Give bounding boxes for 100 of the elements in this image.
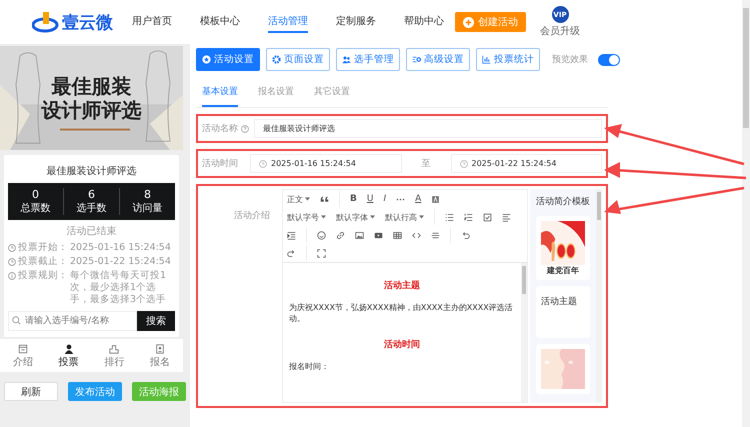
field-label: 活动时间 bbox=[202, 158, 239, 170]
content-heading: 活动时间 bbox=[383, 338, 421, 351]
redo-icon[interactable] bbox=[287, 248, 296, 258]
caret-icon bbox=[321, 215, 326, 220]
paragraph-style-select[interactable]: 正文 bbox=[287, 194, 310, 204]
undo-icon[interactable] bbox=[461, 230, 470, 240]
stat-value: 6 bbox=[88, 188, 95, 201]
search-button[interactable]: 搜索 bbox=[137, 311, 175, 331]
star-icon bbox=[202, 55, 211, 64]
settings-tab[interactable]: 高级设置 bbox=[406, 48, 470, 71]
emoji-icon[interactable] bbox=[317, 230, 326, 240]
info-label: 投票规则： bbox=[18, 270, 68, 282]
nav-link[interactable]: 帮助中心 bbox=[404, 11, 444, 33]
info-icon bbox=[8, 272, 16, 280]
gear-icon bbox=[272, 55, 281, 64]
fullscreen-icon[interactable] bbox=[317, 248, 326, 258]
info-value: 2025-01-16 15:24:54 bbox=[70, 242, 171, 254]
field-label: 活动名称 bbox=[202, 122, 238, 135]
clock-icon bbox=[8, 258, 16, 266]
preview-toggle[interactable] bbox=[598, 54, 620, 66]
stat-label: 总票数 bbox=[20, 202, 50, 215]
activity-title: 最佳服装设计师评选 bbox=[46, 164, 138, 179]
preview-toggle-label: 预览效果 bbox=[552, 54, 588, 66]
bold-button[interactable]: B bbox=[350, 194, 357, 204]
video-icon[interactable] bbox=[374, 230, 383, 240]
clock-icon bbox=[460, 160, 468, 168]
underline-button[interactable]: U bbox=[366, 194, 374, 204]
checkbox-icon[interactable] bbox=[483, 212, 492, 222]
content-paragraph: 报名时间： bbox=[289, 361, 330, 372]
sub-tab[interactable]: 基本设置 bbox=[202, 81, 238, 107]
plus-icon bbox=[463, 16, 474, 28]
settings-icon bbox=[412, 55, 421, 64]
info-label: 投票截止： bbox=[18, 256, 68, 268]
numbered-list-icon[interactable] bbox=[464, 212, 473, 222]
end-date-field[interactable]: 2025-01-22 15:24:54 bbox=[450, 154, 602, 173]
ranking-icon bbox=[109, 344, 120, 354]
line-height-select[interactable]: 默认行高 bbox=[385, 212, 424, 222]
page-scrollbar[interactable] bbox=[742, 0, 750, 427]
clock-icon bbox=[259, 160, 267, 168]
quote-icon[interactable] bbox=[320, 194, 329, 204]
table-icon[interactable] bbox=[393, 230, 402, 240]
font-family-select[interactable]: 默认字体 bbox=[336, 212, 375, 222]
font-size-select[interactable]: 默认字号 bbox=[287, 212, 326, 222]
clock-icon bbox=[8, 244, 16, 252]
bullet-list-icon[interactable] bbox=[445, 212, 454, 222]
logo-icon bbox=[32, 11, 60, 33]
badge-icon bbox=[155, 344, 166, 354]
field-label: 活动介绍 bbox=[233, 210, 271, 222]
status-text: 活动已结束 bbox=[66, 224, 118, 239]
settings-tab[interactable]: 选手管理 bbox=[336, 48, 400, 71]
stat-value: 8 bbox=[144, 188, 151, 201]
tab-bar-item[interactable]: 投票 bbox=[46, 344, 92, 369]
stat-label: 访问量 bbox=[132, 202, 162, 215]
settings-tab[interactable]: 活动设置 bbox=[196, 48, 260, 71]
font-color-button[interactable]: A bbox=[415, 194, 422, 204]
banner-title: 最佳服装 bbox=[52, 74, 132, 98]
settings-tab[interactable]: 投票统计 bbox=[476, 48, 540, 71]
start-date-field[interactable]: 2025-01-16 15:24:54 bbox=[250, 154, 402, 173]
nav-link[interactable]: 模板中心 bbox=[200, 11, 240, 33]
image-icon[interactable] bbox=[355, 230, 364, 240]
info-value: 2025-01-22 15:24:54 bbox=[70, 256, 171, 268]
divider-icon[interactable] bbox=[431, 230, 440, 240]
range-separator: 至 bbox=[420, 158, 432, 170]
nav-link[interactable]: 用户首页 bbox=[132, 11, 172, 33]
search-icon bbox=[12, 316, 21, 325]
tab-bar-item[interactable]: 报名 bbox=[137, 344, 183, 369]
rich-text-editor[interactable]: 正文 B U I A 默认字号 默认字体 默认行高 活动主题 为庆祝XXXX节，弘扬XXXX精神，由XXXX主办的XXXX评选活动。 活动时间 报名时间： bbox=[282, 189, 528, 403]
content-heading: 活动主题 bbox=[383, 279, 421, 292]
scrollbar[interactable] bbox=[521, 263, 527, 402]
highlight-icon[interactable] bbox=[431, 194, 440, 204]
stat-value: 0 bbox=[32, 188, 39, 201]
caret-icon bbox=[305, 197, 310, 202]
name-input[interactable]: 最佳服装设计师评选 bbox=[254, 119, 602, 138]
page-icon bbox=[18, 344, 28, 354]
bar-chart-icon bbox=[482, 55, 491, 64]
search-field[interactable]: 请输入选手编号/名称 bbox=[8, 311, 137, 331]
caret-icon bbox=[419, 215, 424, 220]
template-card[interactable]: 建党百年 bbox=[536, 216, 590, 280]
banner-title: 设计师评选 bbox=[42, 98, 142, 122]
scrollbar[interactable] bbox=[596, 189, 602, 403]
nav-link[interactable]: 活动管理 bbox=[268, 11, 308, 33]
indent-icon[interactable] bbox=[287, 230, 296, 240]
content-paragraph: 为庆祝XXXX节，弘扬XXXX精神，由XXXX主办的XXXX评选活动。 bbox=[289, 302, 514, 324]
users-icon bbox=[342, 55, 351, 64]
tab-bar-item[interactable]: 介绍 bbox=[0, 344, 46, 369]
action-button[interactable]: 刷新 bbox=[4, 382, 58, 401]
template-caption: 建党百年 bbox=[546, 265, 580, 275]
tab-bar-item[interactable]: 排行 bbox=[92, 344, 138, 369]
link-icon[interactable] bbox=[336, 230, 345, 240]
align-icon[interactable] bbox=[502, 212, 511, 222]
caret-icon bbox=[370, 215, 375, 220]
template-card[interactable]: 活动主题 bbox=[536, 286, 590, 338]
nav-link[interactable]: 定制服务 bbox=[336, 11, 376, 33]
settings-tab[interactable]: 页面设置 bbox=[266, 48, 330, 71]
info-label: 投票开始： bbox=[18, 242, 68, 254]
template-panel-title: 活动简介模板 bbox=[536, 196, 590, 209]
code-icon[interactable] bbox=[412, 230, 421, 240]
vip-label[interactable]: 会员升级 bbox=[540, 24, 580, 38]
italic-button[interactable]: I bbox=[383, 194, 386, 204]
stat-label: 选手数 bbox=[76, 202, 106, 215]
